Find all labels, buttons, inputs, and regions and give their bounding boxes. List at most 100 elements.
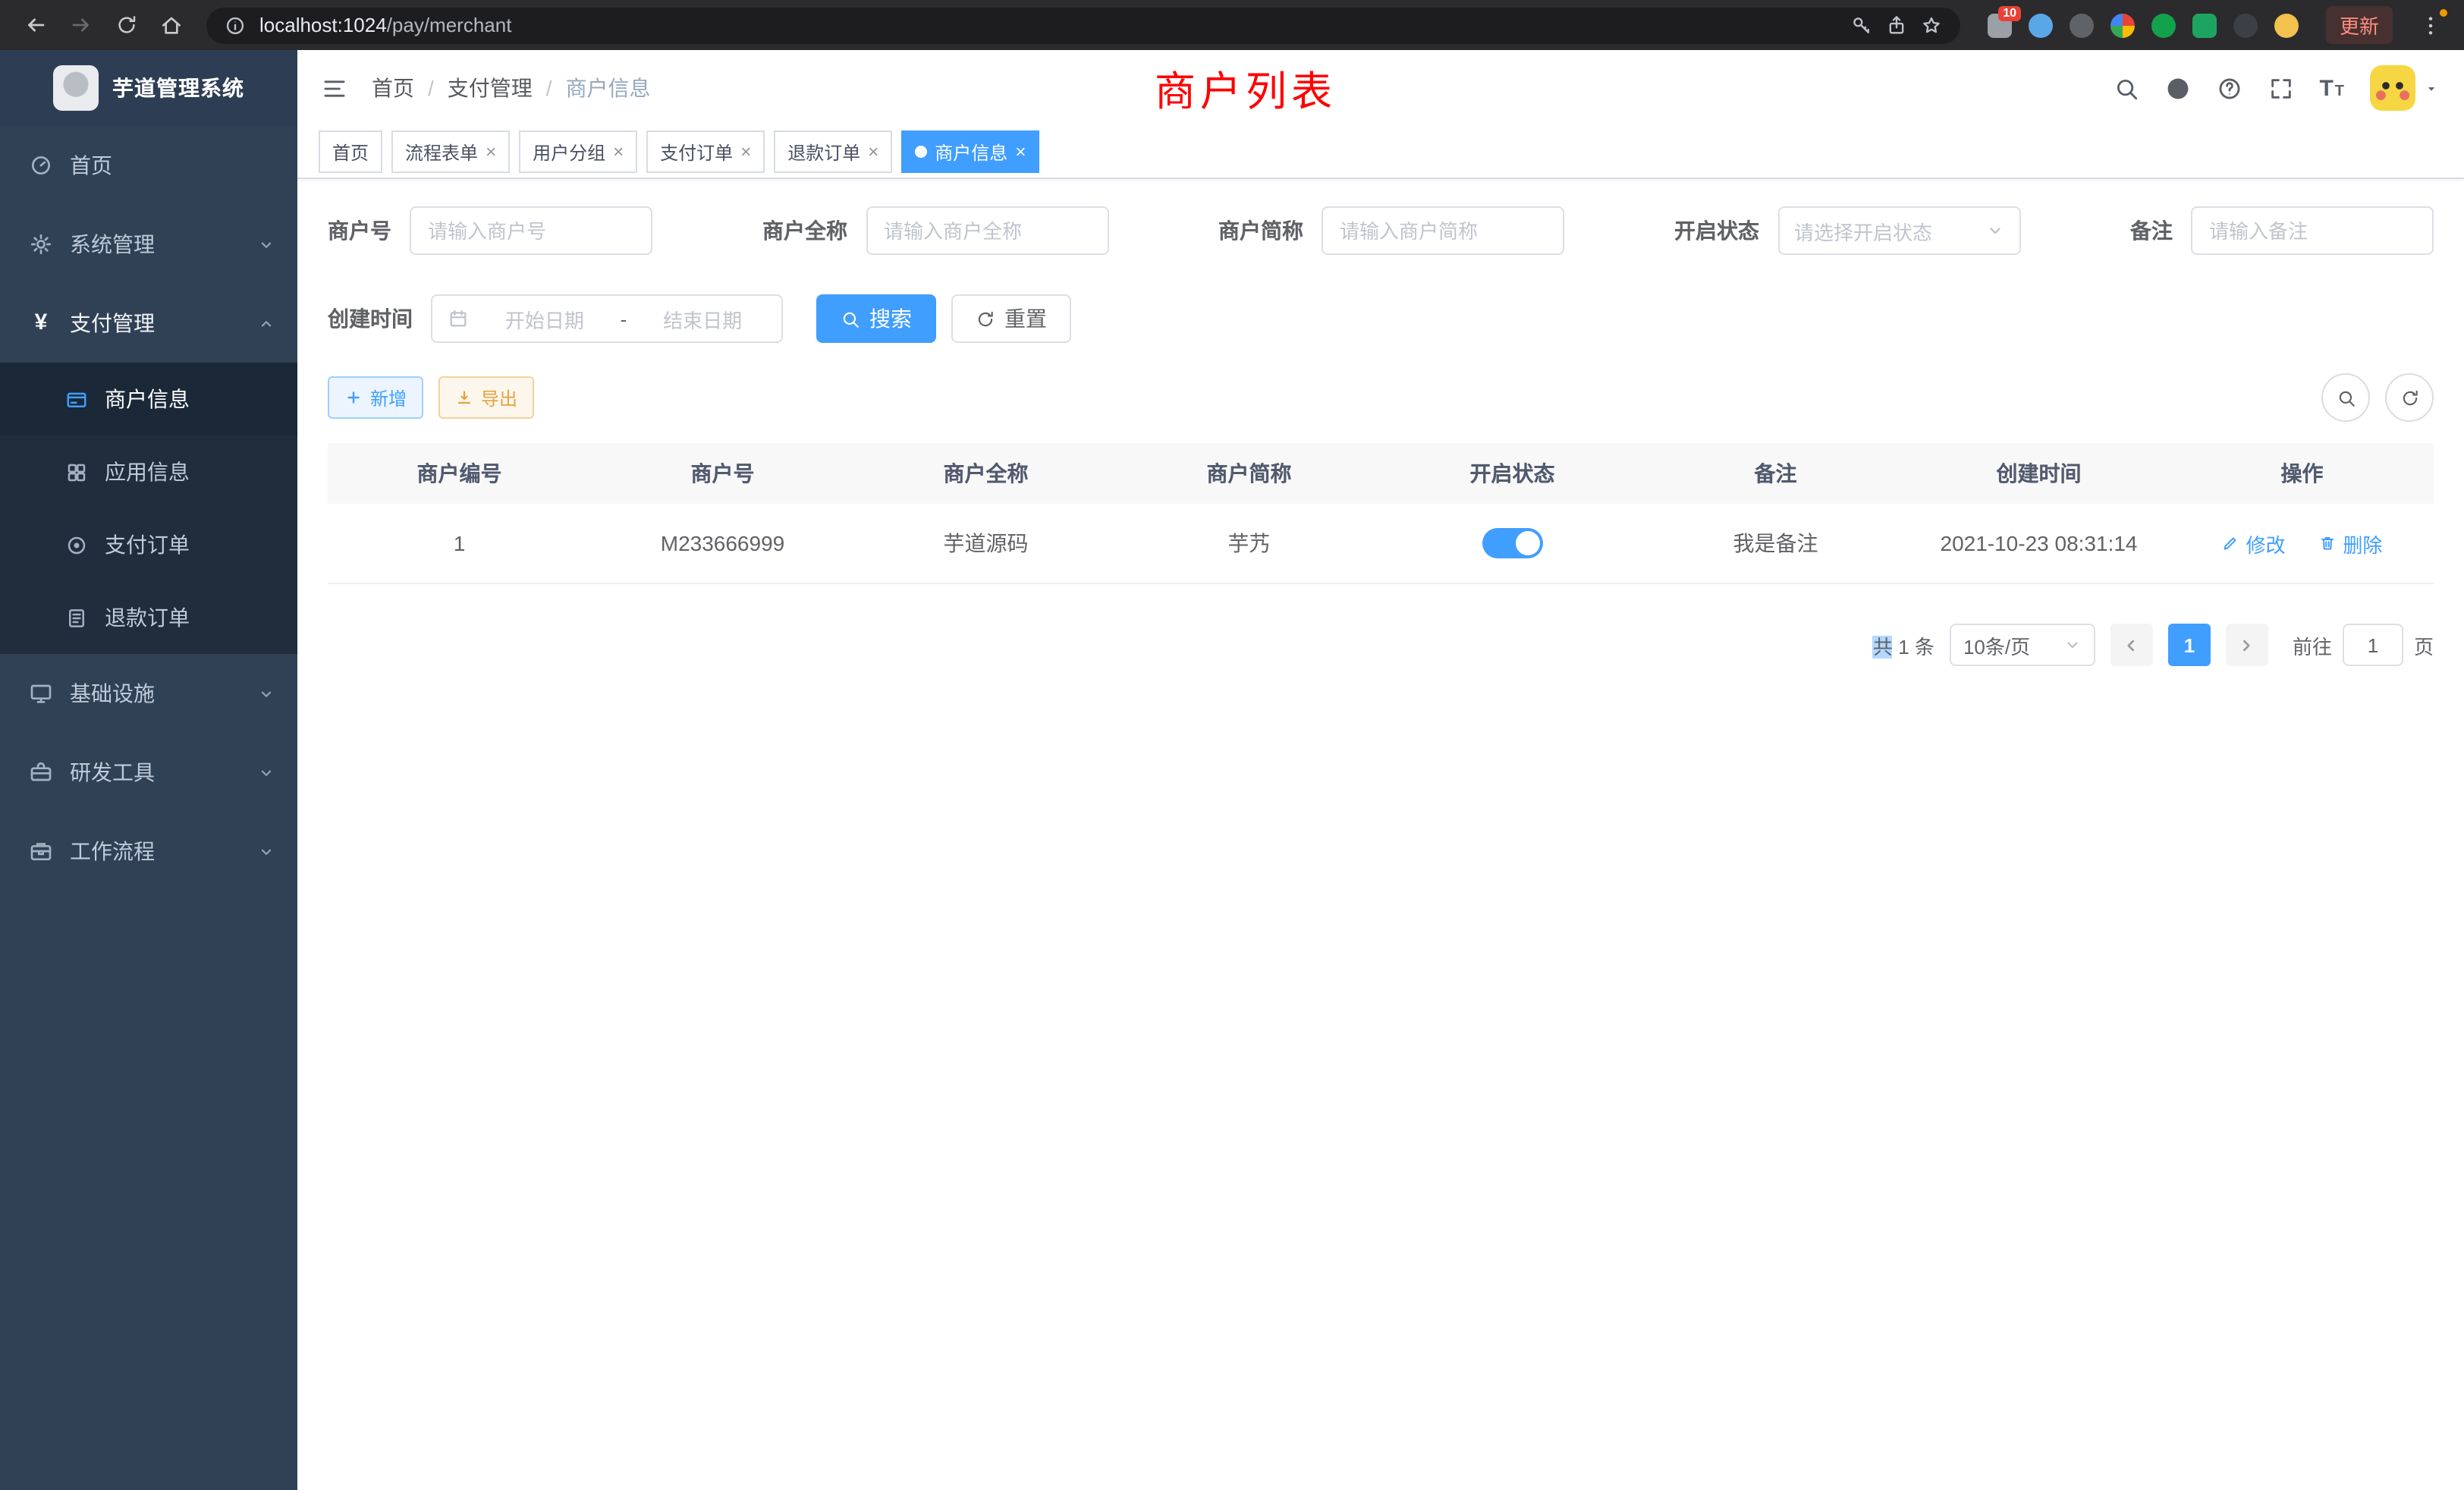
close-icon[interactable]: × [486, 143, 496, 161]
goto-page-input[interactable] [2343, 624, 2403, 666]
target-icon [65, 533, 88, 556]
caret-down-icon [2423, 80, 2440, 96]
start-date-placeholder: 开始日期 [481, 304, 608, 333]
url-host: localhost:1024 [259, 14, 387, 36]
browser-reload-button[interactable] [106, 5, 146, 45]
extension-icon-6[interactable] [2192, 13, 2217, 37]
breadcrumb-home[interactable]: 首页 [372, 73, 414, 103]
date-range-picker[interactable]: 开始日期 - 结束日期 [431, 294, 783, 343]
share-icon[interactable] [1886, 14, 1907, 36]
tab-user-group[interactable]: 用户分组 × [519, 130, 637, 173]
remark-input[interactable] [2191, 206, 2434, 255]
breadcrumb-separator: / [546, 76, 552, 100]
chevron-right-icon [2237, 635, 2257, 655]
search-button[interactable]: 搜索 [816, 294, 936, 343]
search-icon[interactable] [2113, 75, 2139, 101]
filter-merchant-short: 商户简称 [1218, 206, 1564, 255]
sidebar-item-payment[interactable]: ¥ 支付管理 [0, 284, 297, 363]
tab-merchant-info[interactable]: 商户信息 × [901, 130, 1039, 173]
avatar[interactable] [2370, 65, 2415, 111]
breadcrumb-payment[interactable]: 支付管理 [448, 73, 533, 103]
github-icon[interactable] [2164, 75, 2190, 101]
toolbox-icon [29, 760, 53, 784]
browser-update-button[interactable]: 更新 [2326, 6, 2393, 44]
user-menu[interactable] [2370, 65, 2440, 111]
browser-home-button[interactable] [152, 5, 191, 45]
toggle-search-button[interactable] [2321, 373, 2370, 422]
extension-icon-3[interactable] [2070, 13, 2094, 37]
hamburger-icon[interactable] [322, 75, 347, 101]
extension-icon-4[interactable] [2110, 13, 2135, 37]
pagination-goto: 前往 页 [2293, 624, 2434, 666]
tab-home[interactable]: 首页 [319, 130, 382, 173]
cell-merchant-id: 1 [328, 504, 591, 583]
edit-link[interactable]: 修改 [2222, 529, 2286, 558]
sidebar-item-merchant-info[interactable]: 商户信息 [0, 363, 297, 435]
export-button[interactable]: 导出 [438, 376, 534, 419]
tab-pay-order[interactable]: 支付订单 × [646, 130, 765, 173]
close-icon[interactable]: × [613, 143, 624, 161]
delete-link[interactable]: 删除 [2318, 529, 2382, 558]
sidebar-item-dev-tools[interactable]: 研发工具 [0, 733, 297, 812]
sidebar-item-pay-order[interactable]: 支付订单 [0, 508, 297, 581]
browser-forward-button[interactable] [61, 5, 100, 45]
sidebar-item-label: 退款订单 [105, 602, 190, 633]
add-button[interactable]: 新增 [328, 376, 423, 419]
app-frame: 芋道管理系统 首页 系统管理 ¥ 支付管理 商户信息 [0, 50, 2464, 1490]
sidebar-item-label: 工作流程 [70, 836, 155, 866]
browser-menu-button[interactable] [2411, 5, 2450, 45]
status-select[interactable]: 请选择开启状态 [1777, 206, 2020, 255]
fullscreen-icon[interactable] [2268, 75, 2293, 101]
status-label: 开启状态 [1674, 215, 1759, 246]
merchant-name-label: 商户全称 [762, 215, 847, 246]
extension-icon-5[interactable] [2151, 13, 2176, 37]
sidebar-item-infrastructure[interactable]: 基础设施 [0, 654, 297, 733]
merchant-short-input[interactable] [1322, 206, 1564, 255]
merchant-name-input[interactable] [866, 206, 1108, 255]
page-content: 商户号 商户全称 商户简称 开启状态 请选择开启状态 [297, 179, 2464, 1490]
cell-status [1381, 504, 1644, 583]
extension-icon-8[interactable] [2274, 13, 2299, 37]
sidebar-item-home[interactable]: 首页 [0, 126, 297, 205]
extension-icon-2[interactable] [2029, 13, 2053, 37]
chevron-down-icon [2063, 636, 2082, 654]
password-key-icon[interactable] [1851, 14, 1872, 36]
tab-process-form[interactable]: 流程表单 × [391, 130, 510, 173]
back-icon [22, 12, 48, 38]
sidebar-item-refund-order[interactable]: 退款订单 [0, 581, 297, 654]
filter-remark: 备注 [2130, 206, 2434, 255]
table-toolbar: 新增 导出 [328, 373, 2434, 422]
table-header-row: 商户编号 商户号 商户全称 商户简称 开启状态 备注 创建时间 操作 [328, 443, 2434, 504]
close-icon[interactable]: × [868, 143, 878, 161]
close-icon[interactable]: × [740, 143, 751, 161]
prev-page-button[interactable] [2110, 624, 2153, 666]
next-page-button[interactable] [2226, 624, 2268, 666]
help-icon[interactable] [2216, 75, 2242, 101]
extension-icon-1[interactable]: 10 [1988, 13, 2012, 37]
browser-back-button[interactable] [15, 5, 55, 45]
font-size-icon[interactable]: T T [2319, 77, 2344, 99]
cell-create-time: 2021-10-23 08:31:14 [1907, 504, 2170, 583]
tab-refund-order[interactable]: 退款订单 × [774, 130, 892, 173]
site-info-icon[interactable] [225, 14, 246, 36]
sidebar-logo[interactable]: 芋道管理系统 [0, 50, 297, 126]
sidebar-item-workflow[interactable]: 工作流程 [0, 812, 297, 891]
status-toggle[interactable] [1482, 528, 1543, 558]
page-size-select[interactable]: 10条/页 [1950, 624, 2095, 666]
briefcase-icon [29, 839, 53, 863]
refresh-table-button[interactable] [2385, 373, 2434, 422]
sidebar-item-label: 商户信息 [105, 384, 190, 414]
home-icon [159, 13, 184, 37]
extension-icon-7[interactable] [2233, 13, 2258, 37]
bookmark-star-icon[interactable] [1921, 14, 1942, 36]
page-number-button[interactable]: 1 [2168, 624, 2211, 666]
pagination: 共 1 条 10条/页 1 前往 页 [328, 624, 2434, 666]
close-icon[interactable]: × [1015, 143, 1026, 161]
sidebar-item-system[interactable]: 系统管理 [0, 205, 297, 284]
reset-button[interactable]: 重置 [951, 294, 1071, 343]
merchant-no-input[interactable] [410, 206, 652, 255]
sidebar-item-app-info[interactable]: 应用信息 [0, 435, 297, 508]
chevron-down-icon [258, 764, 275, 781]
address-bar[interactable]: localhost:1024/pay/merchant [206, 7, 1960, 43]
page-annotation: 商户列表 [1155, 58, 1337, 118]
